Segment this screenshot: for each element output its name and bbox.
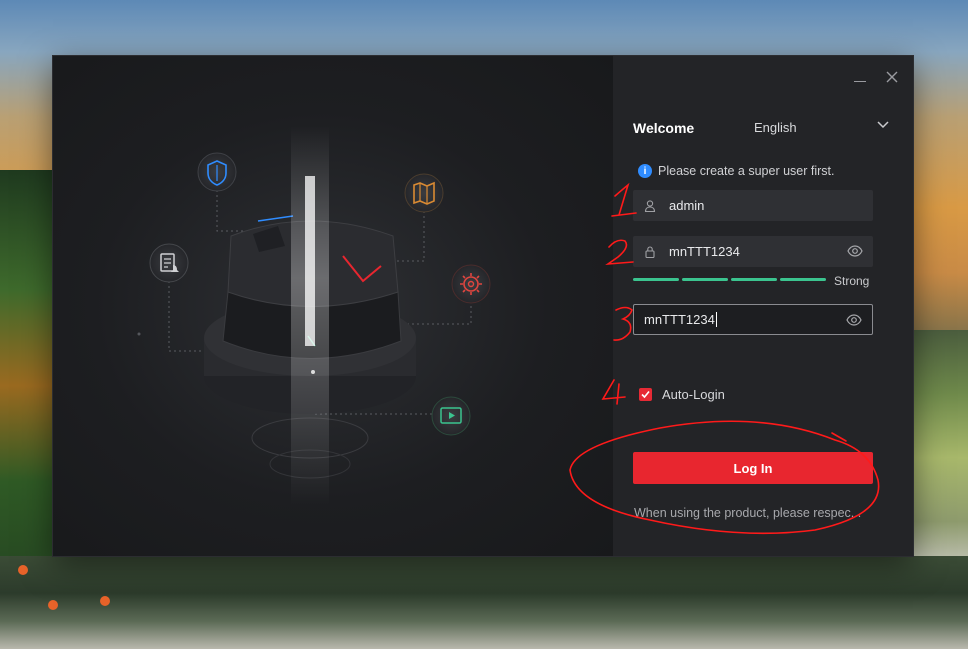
strength-label: Strong [834, 274, 870, 288]
shield-icon [197, 152, 237, 192]
password-value: mnTTT1234 [669, 244, 740, 259]
confirm-password-value: mnTTT1234 [644, 312, 715, 327]
desktop-wallpaper-bottom [0, 556, 968, 649]
login-window: Welcome English i Please create a super … [53, 56, 913, 556]
window-controls [853, 70, 899, 84]
info-message: i Please create a super user first. [638, 164, 834, 178]
strength-segment [780, 278, 826, 281]
eye-icon[interactable] [847, 244, 863, 258]
lock-icon [645, 245, 655, 258]
username-value: admin [669, 198, 705, 213]
gear-icon [451, 264, 491, 304]
password-field[interactable]: mnTTT1234 [633, 236, 873, 267]
strength-segment [633, 278, 679, 281]
map-icon [404, 173, 444, 213]
strength-segment [682, 278, 728, 281]
document-bell-icon [149, 243, 189, 283]
login-button[interactable]: Log In [633, 452, 873, 484]
strength-segment [731, 278, 777, 281]
hero-graphic [137, 126, 491, 506]
auto-login-checkbox[interactable] [639, 388, 652, 401]
username-field[interactable]: admin [633, 190, 873, 221]
minimize-icon[interactable] [853, 70, 867, 84]
video-icon [431, 396, 471, 436]
text-cursor [715, 312, 717, 327]
wallpaper-flower [100, 596, 110, 606]
info-text: Please create a super user first. [658, 164, 835, 178]
check-icon [641, 390, 650, 399]
eye-icon[interactable] [846, 313, 862, 327]
chevron-down-icon[interactable] [875, 116, 891, 132]
hero-illustration [53, 56, 613, 556]
user-icon [644, 199, 656, 212]
wallpaper-flower [48, 600, 58, 610]
password-strength-meter [633, 278, 826, 281]
page-title: Welcome [633, 120, 695, 136]
usage-notice-link[interactable]: When using the product, please respec... [634, 506, 884, 520]
close-icon[interactable] [885, 70, 899, 84]
login-panel: Welcome English i Please create a super … [613, 56, 913, 556]
confirm-password-field[interactable]: mnTTT1234 [633, 304, 873, 335]
wallpaper-flower [18, 565, 28, 575]
language-select[interactable]: English [754, 120, 797, 135]
auto-login-option[interactable]: Auto-Login [639, 387, 725, 402]
auto-login-label: Auto-Login [662, 387, 725, 402]
info-icon: i [638, 164, 652, 178]
